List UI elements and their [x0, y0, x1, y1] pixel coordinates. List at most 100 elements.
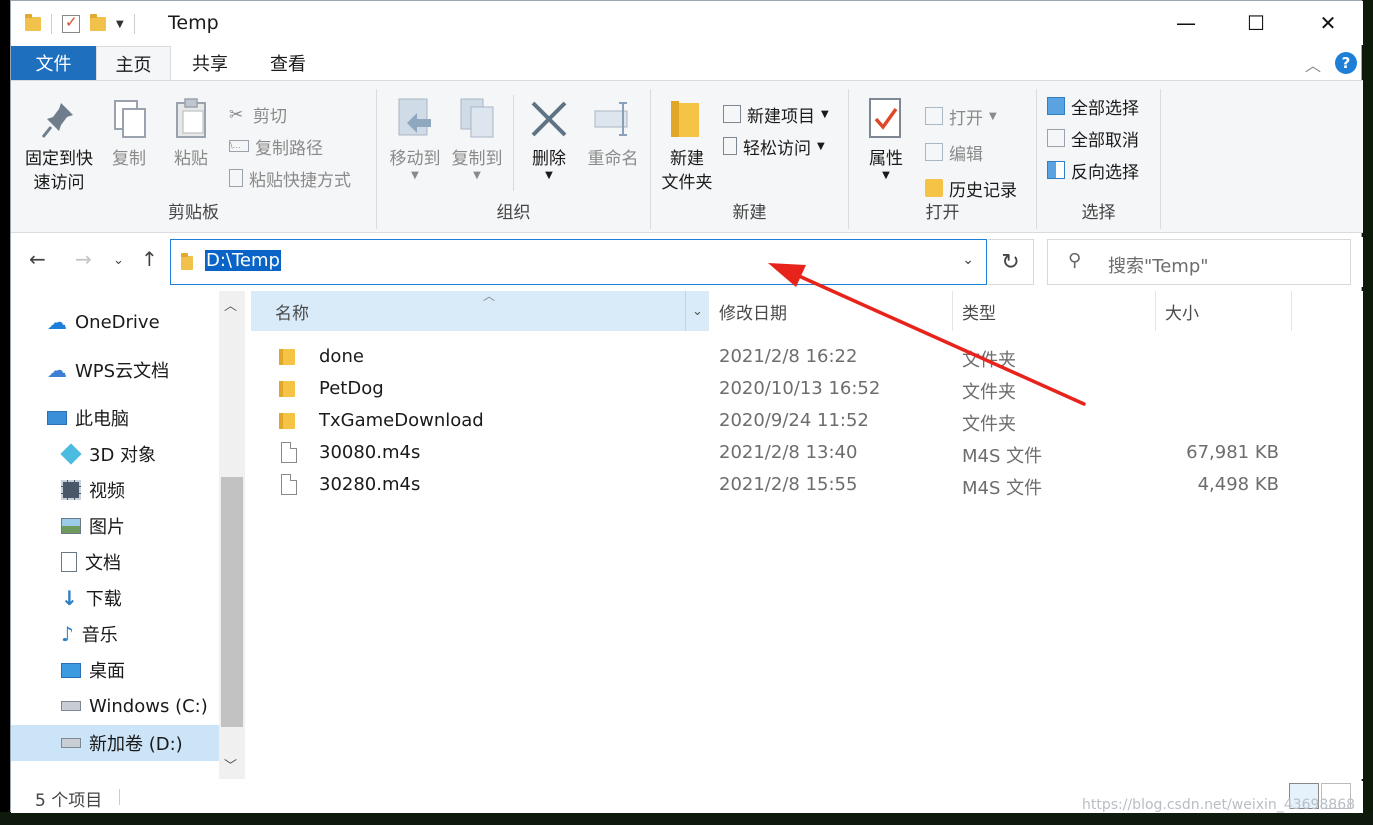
column-header-size[interactable]: 大小 [1155, 291, 1291, 331]
search-box[interactable]: ⚲ 搜索"Temp" [1047, 239, 1351, 285]
table-row[interactable]: TxGameDownload 2020/9/24 11:52 文件夹 [251, 405, 1351, 437]
scrollbar-thumb[interactable] [221, 477, 243, 727]
properties-icon [866, 97, 906, 141]
tab-share[interactable]: 共享 [171, 46, 249, 80]
easy-access-button[interactable]: 轻松访问 ▼ [723, 133, 825, 159]
column-name-label: 名称 [275, 303, 309, 324]
table-row[interactable]: 30280.m4s 2021/2/8 15:55 M4S 文件 4,498 KB [251, 469, 1351, 501]
column-header-date[interactable]: 修改日期 [709, 291, 952, 331]
open-group: 属性 ▼ 打开 ▼ 编辑 历史记录 打开 [849, 89, 1037, 229]
paste-label: 粘贴 [174, 149, 208, 169]
nav-item-videos[interactable]: 视频 [61, 475, 125, 505]
nav-item-3d-objects[interactable]: 3D 对象 [60, 439, 156, 469]
nav-item-onedrive[interactable]: ☁ OneDrive [47, 307, 160, 337]
move-to-button[interactable]: 移动到 ▼ [385, 97, 445, 181]
new-folder-button[interactable]: 新建 文件夹 [657, 97, 717, 195]
edit-button[interactable]: 编辑 [925, 139, 983, 165]
drive-icon [61, 738, 81, 748]
nav-item-drive-d[interactable]: 新加卷 (D:) [11, 725, 219, 761]
nav-item-drive-c[interactable]: Windows (C:) [61, 691, 208, 721]
status-separator [119, 789, 120, 805]
invert-selection-label: 反向选择 [1071, 162, 1139, 183]
copy-to-button[interactable]: 复制到 ▼ [447, 97, 507, 181]
nav-item-documents[interactable]: 文档 [61, 547, 121, 577]
copy-path-button[interactable]: \… 复制路径 [229, 133, 323, 159]
pin-quick-access-button[interactable]: 固定到快 速访问 [19, 97, 99, 195]
select-none-button[interactable]: 全部取消 [1047, 125, 1139, 151]
properties-button[interactable]: 属性 ▼ [861, 97, 911, 181]
ribbon: 固定到快 速访问 复制 粘贴 ✂ 剪切 \… 复制路径 粘贴快捷方式 剪贴板 移… [11, 80, 1363, 233]
close-button[interactable]: ✕ [1293, 1, 1363, 45]
new-item-label: 新建项目 [747, 106, 815, 127]
quick-access-toolbar: ▼ [25, 13, 135, 35]
nav-item-wps[interactable]: ☁ WPS云文档 [47, 355, 169, 385]
tab-view[interactable]: 查看 [249, 46, 327, 80]
table-row[interactable]: PetDog 2020/10/13 16:52 文件夹 [251, 373, 1351, 405]
invert-selection-button[interactable]: 反向选择 [1047, 157, 1139, 183]
copy-to-icon [457, 97, 497, 141]
recent-locations-chevron-icon[interactable]: ⌄ [113, 253, 124, 268]
nav-item-desktop[interactable]: 桌面 [61, 655, 125, 685]
file-type: 文件夹 [962, 382, 1016, 403]
desktop-bottom-edge [0, 812, 1373, 825]
file-name: PetDog [319, 378, 384, 399]
scroll-up-icon[interactable]: ︿ [224, 295, 237, 314]
nav-item-label: Windows (C:) [89, 695, 208, 717]
tab-home[interactable]: 主页 [96, 46, 171, 80]
tab-file[interactable]: 文件 [11, 46, 96, 80]
nav-item-downloads[interactable]: ↓ 下载 [61, 583, 122, 613]
nav-item-label: 图片 [89, 517, 125, 538]
scroll-down-icon[interactable]: ﹀ [224, 755, 237, 774]
column-header-name[interactable]: 名称 ︿ ⌄ [251, 289, 709, 331]
select-all-button[interactable]: 全部选择 [1047, 93, 1139, 119]
file-icon [281, 442, 297, 463]
nav-item-music[interactable]: ♪ 音乐 [61, 619, 118, 649]
navigation-pane: ☁ OneDrive ☁ WPS云文档 此电脑 3D 对象 视频 图片 文档 ↓ [11, 291, 219, 779]
history-label: 历史记录 [949, 180, 1017, 201]
collapse-ribbon-icon[interactable]: ︿ [1305, 52, 1321, 76]
nav-item-label: 新加卷 (D:) [89, 734, 183, 755]
qat-dropdown-icon[interactable]: ▼ [116, 19, 124, 30]
address-bar[interactable]: D:\Temp ⌄ [170, 239, 987, 285]
cut-label: 剪切 [253, 106, 287, 127]
open-button[interactable]: 打开 ▼ [925, 103, 997, 129]
easy-access-label: 轻松访问 [743, 138, 811, 159]
up-arrow-icon[interactable]: ↑ [141, 247, 158, 271]
table-row[interactable]: done 2021/2/8 16:22 文件夹 [251, 341, 1351, 373]
nav-item-label: WPS云文档 [75, 361, 170, 382]
new-item-button[interactable]: 新建项目 ▼ [723, 101, 829, 127]
nav-pane-scrollbar[interactable]: ︿ ﹀ [219, 291, 245, 779]
properties-check-icon[interactable] [62, 13, 80, 33]
rename-button[interactable]: 重命名 [581, 97, 645, 171]
paste-button[interactable]: 粘贴 [163, 97, 219, 171]
nav-item-pictures[interactable]: 图片 [61, 511, 125, 541]
address-dropdown-chevron-icon[interactable]: ⌄ [962, 252, 974, 268]
title-bar: ▼ Temp — ☐ ✕ [11, 1, 1363, 45]
table-row[interactable]: 30080.m4s 2021/2/8 13:40 M4S 文件 67,981 K… [251, 437, 1351, 469]
new-folder-qat-icon[interactable] [90, 14, 106, 31]
cut-button[interactable]: ✂ 剪切 [229, 101, 287, 127]
column-filter-chevron-icon[interactable]: ⌄ [685, 291, 709, 331]
nav-item-this-pc[interactable]: 此电脑 [47, 403, 129, 433]
help-icon[interactable]: ? [1335, 52, 1357, 74]
minimize-button[interactable]: — [1151, 1, 1221, 45]
back-arrow-icon[interactable]: ← [29, 247, 46, 271]
forward-arrow-icon[interactable]: → [75, 247, 92, 271]
paste-shortcut-button[interactable]: 粘贴快捷方式 [229, 165, 351, 191]
copy-button[interactable]: 复制 [103, 97, 155, 171]
folder-icon [25, 14, 41, 31]
select-all-icon [1047, 97, 1065, 115]
file-type: 文件夹 [962, 414, 1016, 435]
address-path[interactable]: D:\Temp [205, 250, 281, 271]
delete-button[interactable]: 删除 ▼ [523, 97, 575, 181]
file-date: 2021/2/8 15:55 [719, 474, 858, 495]
refresh-icon[interactable]: ↻ [988, 239, 1034, 285]
watermark: https://blog.csdn.net/weixin_43698868 [1082, 797, 1356, 813]
new-item-icon [723, 105, 741, 123]
file-name: 30280.m4s [319, 474, 421, 495]
maximize-button[interactable]: ☐ [1221, 1, 1291, 45]
open-dropdown-icon: ▼ [989, 110, 997, 122]
paste-icon [171, 97, 211, 141]
column-header-type[interactable]: 类型 [952, 291, 1155, 331]
move-to-dropdown-icon: ▼ [411, 170, 419, 181]
